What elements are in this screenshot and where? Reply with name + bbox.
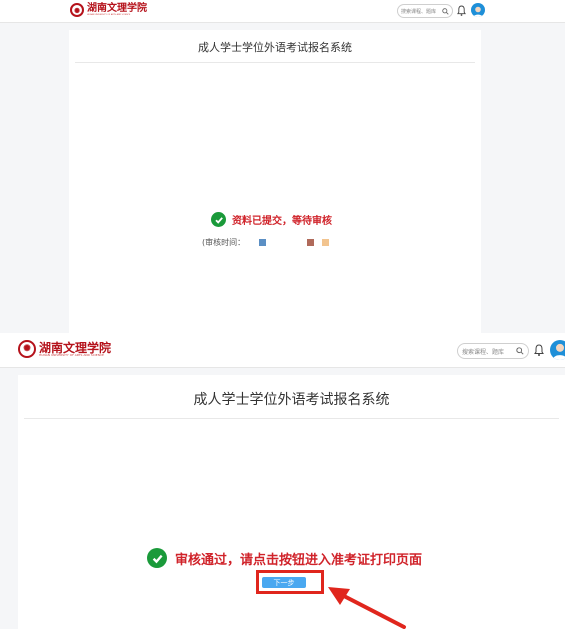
highlight-box bbox=[256, 570, 324, 594]
search-icon[interactable] bbox=[516, 347, 524, 355]
seal-logo-icon: ✺ bbox=[18, 340, 36, 358]
title-divider bbox=[24, 418, 559, 419]
title-divider bbox=[75, 62, 475, 63]
avatar[interactable] bbox=[550, 340, 565, 360]
red-arrow bbox=[328, 587, 406, 629]
check-circle-icon bbox=[211, 212, 226, 227]
screenshot-approved: ✺ 湖南文理学院 HUNAN UNIVERSITY OF ARTS AND SC… bbox=[0, 333, 565, 629]
review-time-row: (审核时间： bbox=[202, 237, 245, 248]
top-nav-bar: ✺ 湖南文理学院 HUNAN UNIVERSITY OF ARTS AND SC… bbox=[0, 0, 565, 23]
redacted-time-block bbox=[259, 239, 266, 246]
status-text: 资料已提交，等待审核 bbox=[232, 216, 332, 227]
school-name: 湖南文理学院 bbox=[39, 340, 112, 355]
school-subtitle: HUNAN UNIVERSITY OF ARTS AND SCIENCE bbox=[39, 352, 104, 357]
school-logo[interactable]: ✺ 湖南文理学院 HUNAN UNIVERSITY OF ARTS AND SC… bbox=[70, 3, 147, 17]
seal-logo-icon: ✺ bbox=[70, 3, 84, 17]
page-title: 成人学士学位外语考试报名系统 bbox=[193, 392, 390, 408]
school-subtitle: HUNAN UNIVERSITY OF ARTS AND SCIENCE bbox=[87, 14, 131, 16]
search-icon[interactable] bbox=[442, 7, 449, 15]
status-message: 审核通过，请点击按钮进入准考证打印页面 bbox=[147, 548, 422, 568]
school-logo[interactable]: ✺ 湖南文理学院 HUNAN UNIVERSITY OF ARTS AND SC… bbox=[18, 340, 111, 358]
search-box[interactable]: 搜索课程、题库 bbox=[457, 343, 529, 359]
page-title: 成人学士学位外语考试报名系统 bbox=[198, 41, 352, 54]
check-circle-icon bbox=[147, 548, 167, 568]
search-input[interactable]: 搜索课程、题库 bbox=[401, 8, 442, 15]
bell-icon[interactable] bbox=[457, 5, 466, 16]
status-message: 资料已提交，等待审核 bbox=[211, 212, 332, 227]
status-text: 审核通过，请点击按钮进入准考证打印页面 bbox=[175, 552, 423, 568]
content-card: 成人学士学位外语考试报名系统 资料已提交，等待审核 (审核时间： bbox=[69, 30, 481, 333]
search-input[interactable]: 搜索课程、题库 bbox=[462, 347, 516, 356]
content-card: 成人学士学位外语考试报名系统 审核通过，请点击按钮进入准考证打印页面 下一步 bbox=[18, 375, 565, 629]
screenshot-submitted: ✺ 湖南文理学院 HUNAN UNIVERSITY OF ARTS AND SC… bbox=[0, 0, 565, 333]
top-nav-bar: ✺ 湖南文理学院 HUNAN UNIVERSITY OF ARTS AND SC… bbox=[0, 333, 565, 368]
redacted-time-block bbox=[307, 239, 314, 246]
redacted-time-block bbox=[322, 239, 329, 246]
avatar[interactable] bbox=[471, 3, 485, 17]
bell-icon[interactable] bbox=[534, 344, 544, 356]
review-time-label: (审核时间： bbox=[202, 238, 246, 247]
school-name: 湖南文理学院 bbox=[87, 3, 147, 14]
search-box[interactable]: 搜索课程、题库 bbox=[397, 4, 453, 18]
